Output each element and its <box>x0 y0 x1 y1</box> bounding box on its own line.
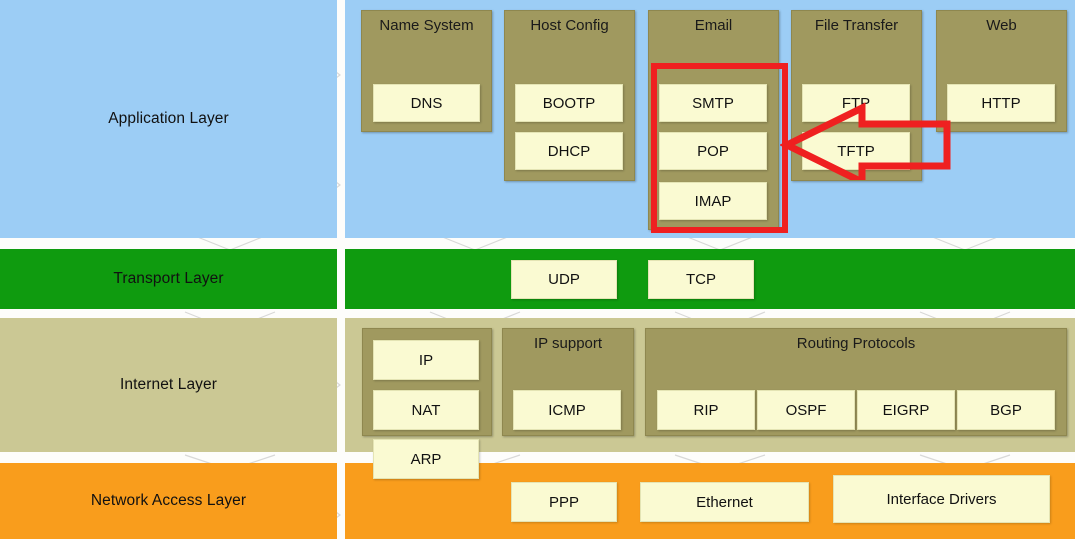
protocol-chip-interface-drivers-label: Interface Drivers <box>886 490 997 508</box>
protocol-chip-udp[interactable]: UDP <box>511 260 617 299</box>
application-layer-label: Application Layer <box>0 0 337 238</box>
protocol-chip-icmp-label: ICMP <box>548 401 586 419</box>
protocol-chip-ftp[interactable]: FTP <box>802 84 910 122</box>
protocol-chip-rip[interactable]: RIP <box>657 390 755 430</box>
group-file-transfer-title: File Transfer <box>814 17 899 34</box>
protocol-chip-eigrp-label: EIGRP <box>882 401 930 419</box>
protocol-chip-nat-label: NAT <box>411 401 441 419</box>
protocol-chip-arp-label: ARP <box>410 450 442 468</box>
protocol-chip-ppp-label: PPP <box>548 493 579 511</box>
protocol-chip-tftp[interactable]: TFTP <box>802 132 910 170</box>
protocol-chip-imap[interactable]: IMAP <box>659 182 767 220</box>
protocol-chip-http[interactable]: HTTP <box>947 84 1055 122</box>
protocol-chip-dns[interactable]: DNS <box>373 84 480 122</box>
protocol-chip-tcp-label: TCP <box>686 271 716 288</box>
internet-layer-label: Internet Layer <box>0 318 337 452</box>
protocol-chip-bootp[interactable]: BOOTP <box>515 84 623 122</box>
protocol-chip-smtp-label: SMTP <box>692 94 734 112</box>
protocol-chip-dhcp[interactable]: DHCP <box>515 132 623 170</box>
protocol-chip-arp[interactable]: ARP <box>373 439 479 479</box>
protocol-chip-ospf[interactable]: OSPF <box>757 390 855 430</box>
transport-layer-label-text: Transport Layer <box>113 270 224 287</box>
group-routing-protocols-title: Routing Protocols <box>796 335 916 352</box>
protocol-chip-imap-label: IMAP <box>694 192 732 210</box>
protocol-chip-tcp[interactable]: TCP <box>648 260 754 299</box>
group-host-config-title: Host Config <box>530 17 609 34</box>
group-email-title: Email <box>694 17 733 34</box>
protocol-chip-smtp[interactable]: SMTP <box>659 84 767 122</box>
protocol-chip-ftp-label: FTP <box>841 94 871 112</box>
protocol-chip-bgp-label: BGP <box>990 401 1022 419</box>
protocol-chip-ospf-label: OSPF <box>785 401 827 419</box>
protocol-chip-bootp-label: BOOTP <box>542 94 596 112</box>
diagram-canvas: Application Layer Name System DNS Host C… <box>0 0 1075 539</box>
group-web-title: Web <box>986 17 1017 34</box>
group-name-system-title: Name System <box>379 17 474 34</box>
protocol-chip-ip[interactable]: IP <box>373 340 479 380</box>
network-access-layer-label-text: Network Access Layer <box>90 492 247 509</box>
protocol-chip-pop-label: POP <box>697 142 729 160</box>
protocol-chip-rip-label: RIP <box>693 401 719 419</box>
transport-layer-label: Transport Layer <box>0 249 337 309</box>
protocol-chip-dhcp-label: DHCP <box>547 142 591 160</box>
protocol-chip-ppp[interactable]: PPP <box>511 482 617 522</box>
protocol-chip-ethernet[interactable]: Ethernet <box>640 482 809 522</box>
network-access-layer-label: Network Access Layer <box>0 463 337 539</box>
internet-layer-label-text: Internet Layer <box>119 376 218 393</box>
protocol-chip-ip-label: IP <box>418 351 434 369</box>
protocol-chip-http-label: HTTP <box>981 94 1021 112</box>
protocol-chip-dns-label: DNS <box>410 94 443 112</box>
protocol-chip-interface-drivers[interactable]: Interface Drivers <box>833 475 1050 523</box>
protocol-chip-bgp[interactable]: BGP <box>957 390 1055 430</box>
group-ip-support-title: IP support <box>533 335 603 352</box>
protocol-chip-eigrp[interactable]: EIGRP <box>857 390 955 430</box>
protocol-chip-pop[interactable]: POP <box>659 132 767 170</box>
protocol-chip-tftp-label: TFTP <box>837 142 875 160</box>
protocol-chip-icmp[interactable]: ICMP <box>513 390 621 430</box>
protocol-chip-nat[interactable]: NAT <box>373 390 479 430</box>
protocol-chip-udp-label: UDP <box>548 271 580 288</box>
protocol-chip-ethernet-label: Ethernet <box>696 493 753 511</box>
application-layer-label-text: Application Layer <box>108 110 229 127</box>
